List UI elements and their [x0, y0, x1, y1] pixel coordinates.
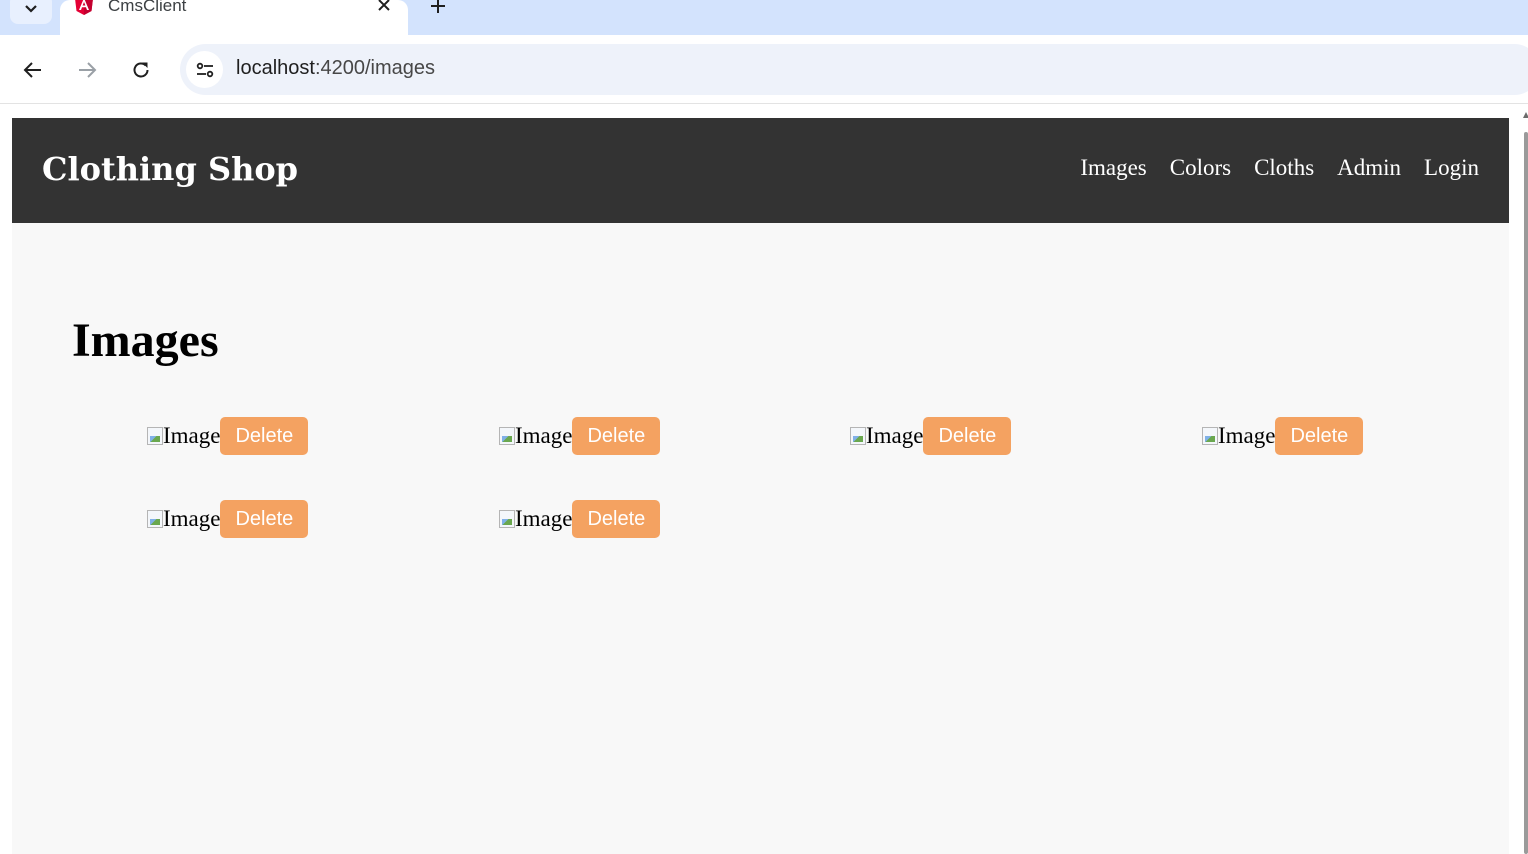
- broken-image: Image: [499, 506, 572, 532]
- scrollbar-thumb[interactable]: [1524, 132, 1528, 854]
- nav-link-images[interactable]: Images: [1080, 155, 1146, 181]
- broken-image-icon: [1202, 427, 1218, 445]
- delete-button[interactable]: Delete: [572, 417, 661, 455]
- nav-link-login[interactable]: Login: [1424, 155, 1479, 181]
- back-arrow-icon: [23, 62, 41, 78]
- scroll-up-arrow[interactable]: [1523, 112, 1528, 118]
- delete-button[interactable]: Delete: [923, 417, 1012, 455]
- new-tab-button[interactable]: [424, 0, 452, 18]
- broken-image: Image: [499, 423, 572, 449]
- page-content: Clothing Shop Images Colors Cloths Admin…: [12, 118, 1509, 854]
- image-item: Image Delete: [147, 500, 309, 538]
- url-text[interactable]: localhost:4200/images: [236, 57, 435, 80]
- reload-button[interactable]: [123, 52, 159, 88]
- nav-link-cloths[interactable]: Cloths: [1254, 155, 1314, 181]
- chevron-down-icon: [25, 5, 37, 13]
- image-alt-text: Image: [515, 423, 573, 448]
- url-host: localhost: [236, 57, 315, 79]
- site-info-icon: [196, 62, 213, 77]
- broken-image: Image: [850, 423, 923, 449]
- image-item: Image Delete: [499, 417, 661, 455]
- site-info-button[interactable]: [186, 51, 223, 88]
- forward-button[interactable]: [69, 52, 105, 88]
- address-bar[interactable]: localhost:4200/images: [180, 44, 1528, 95]
- broken-image-icon: [147, 510, 163, 528]
- delete-button[interactable]: Delete: [220, 500, 309, 538]
- plus-icon: [431, 0, 445, 13]
- browser-toolbar: localhost:4200/images: [0, 35, 1528, 104]
- broken-image-icon: [850, 427, 866, 445]
- broken-image-icon: [499, 510, 515, 528]
- nav-links: Images Colors Cloths Admin Login: [1080, 155, 1479, 181]
- tab-search-button[interactable]: [10, 0, 52, 24]
- image-alt-text: Image: [163, 506, 221, 531]
- delete-button[interactable]: Delete: [572, 500, 661, 538]
- reload-icon: [133, 62, 149, 78]
- broken-image: Image: [1202, 423, 1275, 449]
- brand-title[interactable]: Clothing Shop: [42, 150, 298, 188]
- url-path: :4200/images: [314, 57, 436, 79]
- image-alt-text: Image: [515, 506, 573, 531]
- image-alt-text: Image: [163, 423, 221, 448]
- forward-arrow-icon: [79, 62, 97, 78]
- delete-button[interactable]: Delete: [1275, 417, 1364, 455]
- page-title: Images: [72, 314, 219, 367]
- image-item: Image Delete: [147, 417, 309, 455]
- broken-image: Image: [147, 506, 220, 532]
- tab-close-button[interactable]: [374, 0, 394, 15]
- broken-image: Image: [147, 423, 220, 449]
- image-item: Image Delete: [499, 500, 661, 538]
- browser-tab[interactable]: CmsClient: [60, 0, 408, 35]
- image-item: Image Delete: [1202, 417, 1364, 455]
- nav-link-colors[interactable]: Colors: [1170, 155, 1231, 181]
- broken-image-icon: [147, 427, 163, 445]
- delete-button[interactable]: Delete: [220, 417, 309, 455]
- close-icon: [378, 0, 390, 11]
- image-item: Image Delete: [850, 417, 1012, 455]
- angular-logo-icon: [75, 0, 93, 15]
- nav-link-admin[interactable]: Admin: [1337, 155, 1401, 181]
- tab-title: CmsClient: [108, 0, 187, 15]
- site-navbar: Clothing Shop Images Colors Cloths Admin…: [12, 118, 1509, 223]
- broken-image-icon: [499, 427, 515, 445]
- back-button[interactable]: [15, 52, 51, 88]
- image-alt-text: Image: [866, 423, 924, 448]
- browser-tabstrip: CmsClient: [0, 0, 1528, 35]
- image-alt-text: Image: [1218, 423, 1276, 448]
